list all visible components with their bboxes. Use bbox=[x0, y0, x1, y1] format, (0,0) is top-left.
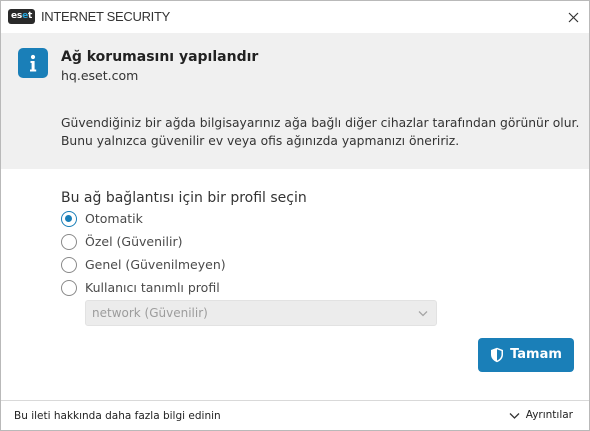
description-line-2: Bunu yalnızca güvenilir ev veya ofis ağı… bbox=[61, 134, 460, 148]
radio-button[interactable] bbox=[61, 280, 77, 296]
ok-button-label: Tamam bbox=[510, 347, 562, 362]
radio-button[interactable] bbox=[61, 257, 77, 273]
radio-label: Otomatik bbox=[85, 211, 143, 226]
shield-icon bbox=[491, 347, 504, 363]
info-glyph bbox=[30, 54, 37, 72]
logo-badge: eset bbox=[8, 9, 36, 24]
radio-option-public[interactable]: Genel (Güvenilmeyen) bbox=[61, 256, 226, 274]
eset-logo: eset bbox=[8, 9, 36, 24]
title-bar: eset INTERNET SECURITY bbox=[1, 1, 589, 33]
dialog-title: Ağ korumasını yapılandır bbox=[61, 49, 259, 65]
network-name: hq.eset.com bbox=[61, 68, 139, 83]
close-button[interactable] bbox=[557, 1, 589, 33]
radio-label: Özel (Güvenilir) bbox=[85, 234, 183, 249]
logo-part-3: t bbox=[27, 11, 33, 21]
chevron-down-icon bbox=[509, 412, 520, 419]
info-icon bbox=[18, 48, 48, 78]
ok-button[interactable]: Tamam bbox=[478, 338, 574, 372]
dialog-header: Ağ korumasını yapılandır hq.eset.com bbox=[1, 33, 589, 97]
custom-profile-select[interactable]: network (Güvenilir) bbox=[85, 300, 437, 326]
logo-part-1: es bbox=[11, 11, 23, 21]
chevron-down-icon bbox=[418, 311, 428, 317]
dialog-footer: Bu ileti hakkında daha fazla bilgi edini… bbox=[1, 400, 589, 430]
app-title: INTERNET SECURITY bbox=[41, 9, 171, 24]
radio-option-custom[interactable]: Kullanıcı tanımlı profil bbox=[61, 279, 220, 297]
radio-option-private[interactable]: Özel (Güvenilir) bbox=[61, 233, 182, 251]
description-line-1: Güvendiğiniz bir ağda bilgisayarınız ağa… bbox=[61, 116, 580, 130]
profile-prompt: Bu ağ bağlantısı için bir profil seçin bbox=[61, 190, 307, 206]
more-info-link[interactable]: Bu ileti hakkında daha fazla bilgi edini… bbox=[14, 410, 221, 423]
description-panel: Güvendiğiniz bir ağda bilgisayarınız ağa… bbox=[1, 97, 589, 169]
radio-label: Kullanıcı tanımlı profil bbox=[85, 280, 220, 295]
radio-option-automatic[interactable]: Otomatik bbox=[61, 210, 143, 228]
dialog-window: eset INTERNET SECURITY Ağ korumasını yap… bbox=[0, 0, 590, 431]
details-label: Ayrıntılar bbox=[525, 409, 573, 421]
close-icon bbox=[568, 12, 578, 22]
radio-button-checked[interactable] bbox=[61, 211, 77, 227]
details-toggle[interactable]: Ayrıntılar bbox=[509, 409, 573, 422]
radio-button[interactable] bbox=[61, 234, 77, 250]
radio-label: Genel (Güvenilmeyen) bbox=[85, 257, 226, 272]
custom-profile-value: network (Güvenilir) bbox=[92, 306, 208, 320]
